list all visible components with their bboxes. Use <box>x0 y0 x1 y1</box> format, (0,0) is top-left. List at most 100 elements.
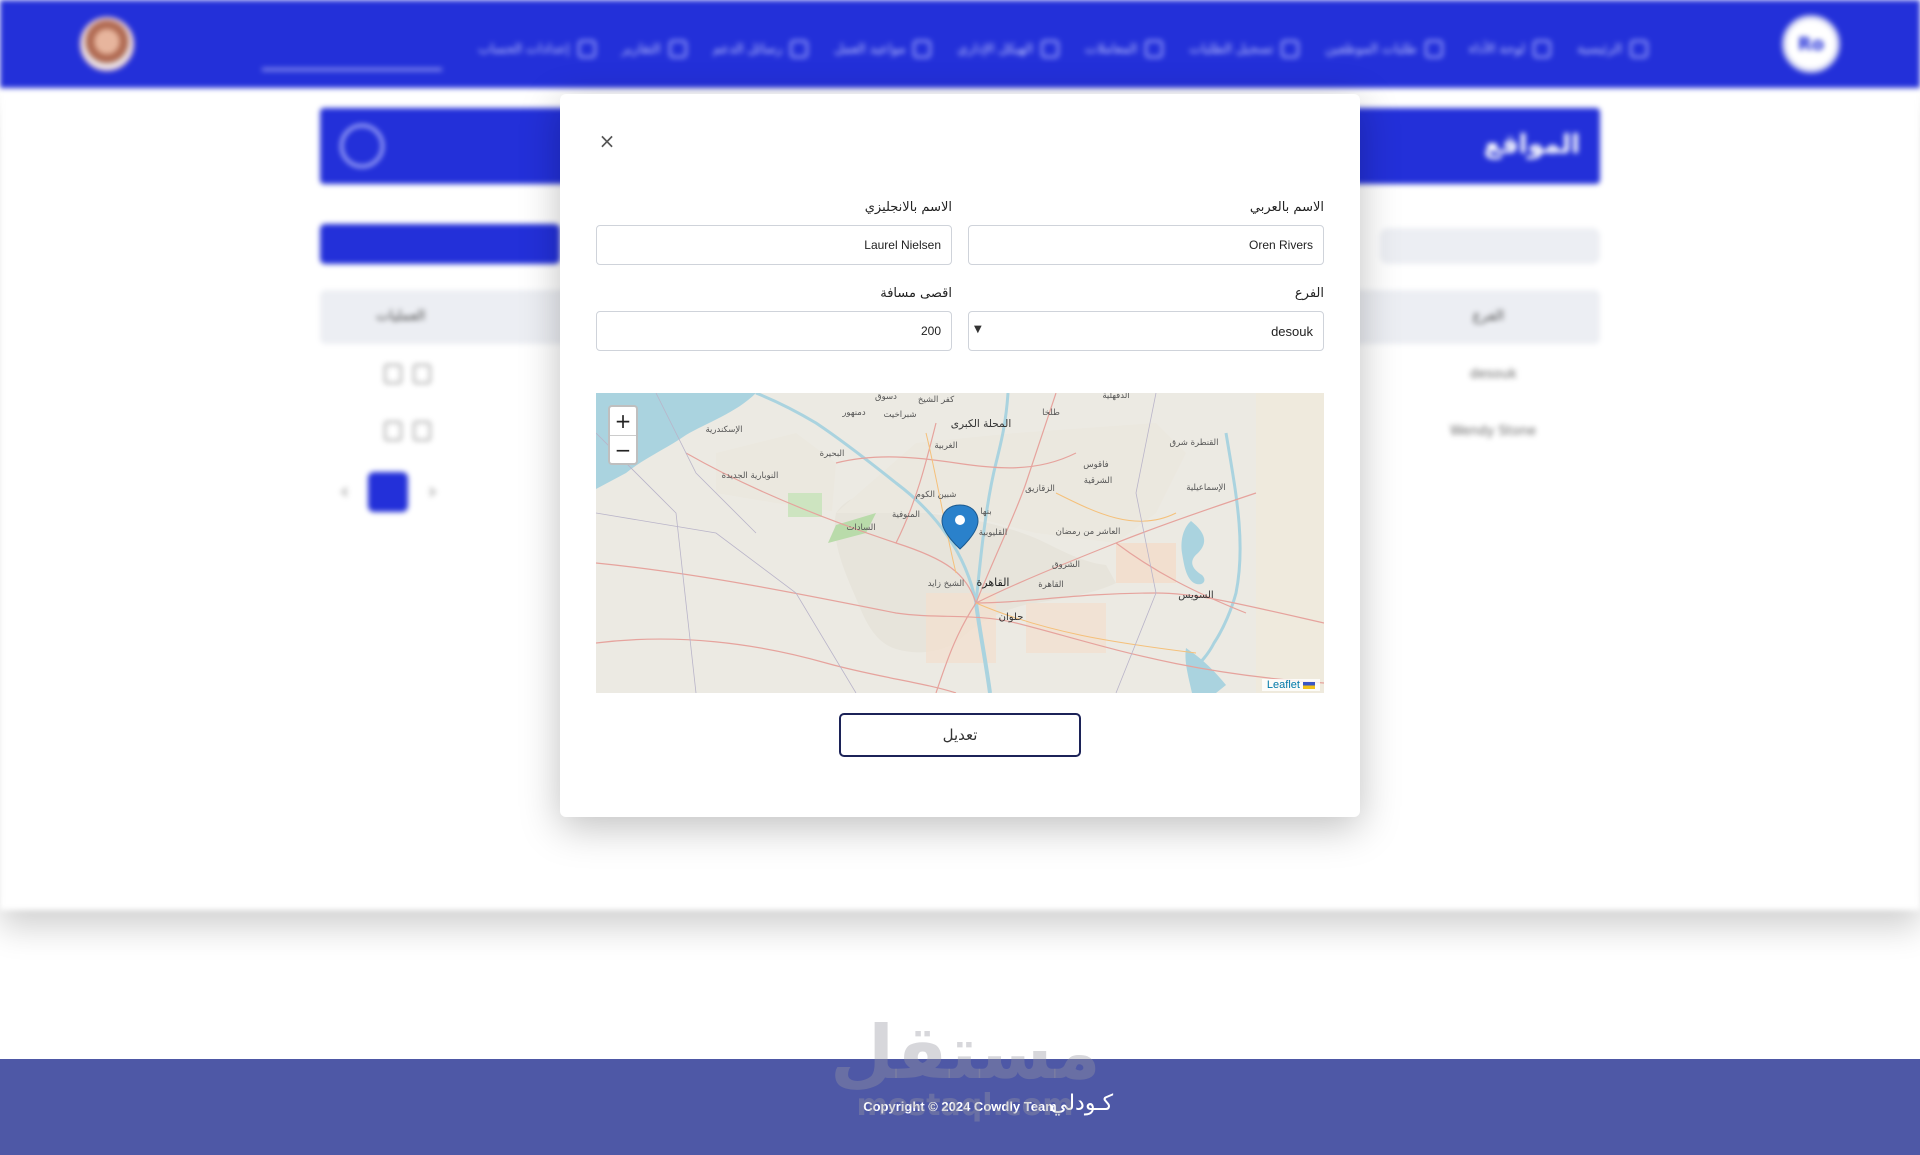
active-nav-underline <box>262 68 442 71</box>
table-row-branch: desouk <box>1470 367 1517 382</box>
nav-item[interactable]: رسائل الدعم <box>713 40 809 58</box>
map-label-talkha: طلخا <box>1042 408 1060 418</box>
map-label-sharqia: الشرقية <box>1084 476 1112 486</box>
branch-label: الفرع <box>1294 286 1324 301</box>
nav-icon <box>790 40 809 58</box>
trash-icon[interactable] <box>413 421 431 441</box>
nav-item-label: مواعيد العمل <box>834 41 906 57</box>
max-distance-label: اقصى مسافة <box>880 286 952 301</box>
watermark-url: mostaql.com <box>856 1088 1074 1123</box>
nav-item[interactable]: إعدادات الحساب <box>478 40 596 58</box>
app-logo[interactable]: Ro <box>1782 15 1840 73</box>
nav-item[interactable]: الرئيسية <box>1577 40 1648 58</box>
map-zoom-control: + − <box>608 405 638 465</box>
max-distance-input[interactable] <box>596 311 952 351</box>
nav-item-label: طلبات الموظفين <box>1325 41 1417 57</box>
zoom-out-button[interactable]: − <box>610 436 636 464</box>
nav-item[interactable]: الهيكل الإداري <box>957 40 1059 58</box>
add-location-icon[interactable] <box>340 124 384 168</box>
map-label-sheikh-zayed: الشيخ زايد <box>928 579 965 589</box>
nav-item-label: التقارير <box>621 41 661 57</box>
prev-page-icon[interactable] <box>340 486 347 498</box>
search-input[interactable] <box>1380 228 1600 264</box>
name-ar-label: الاسم بالعربي <box>1249 200 1324 215</box>
map-label-tenth-ramadan: العاشر من رمضان <box>1056 527 1121 537</box>
nav-item[interactable]: تسجيل الطلبات <box>1189 40 1300 58</box>
map-label-desouk: دسوق <box>875 393 897 402</box>
user-avatar[interactable] <box>80 17 134 71</box>
nav-item[interactable]: المعاملات <box>1084 40 1164 58</box>
nav-icon <box>1281 40 1300 58</box>
nav-icon <box>668 40 687 58</box>
nav-item[interactable]: التقارير <box>622 40 687 58</box>
trash-icon[interactable] <box>413 364 431 384</box>
nav-item-label: تسجيل الطلبات <box>1189 41 1274 57</box>
map-label-cairo-gov: القاهرة <box>1038 580 1063 590</box>
edit-icon[interactable] <box>384 364 402 384</box>
map-label-shirbin: شبراخيت <box>884 410 917 420</box>
nav-icon <box>1145 40 1164 58</box>
map-label-sadat: السادات <box>846 523 875 533</box>
map-label-behira: البحيرة <box>820 449 845 459</box>
nav-item-label: رسائل الدعم <box>712 41 783 57</box>
nav-icon <box>1533 40 1552 58</box>
map-label-cairo: القاهرة <box>977 576 1010 589</box>
nav-item-label: المعاملات <box>1084 41 1138 57</box>
map-tiles: دسوق كفر الشيخ الدقهلية دمنهور شبراخيت ا… <box>596 393 1324 693</box>
nav-item-label: الهيكل الإداري <box>957 41 1033 57</box>
map-label-manzala: القنطرة شرق <box>1169 438 1218 448</box>
nav-item[interactable]: طلبات الموظفين <box>1325 40 1443 58</box>
location-map[interactable]: دسوق كفر الشيخ الدقهلية دمنهور شبراخيت ا… <box>596 393 1324 693</box>
map-label-kafr-el-sheikh: كفر الشيخ <box>918 395 955 405</box>
name-en-label: الاسم بالانجليزي <box>864 200 952 215</box>
name-ar-input[interactable] <box>968 225 1324 265</box>
map-label-alexandria: الإسكندرية <box>705 425 742 435</box>
nav-item-label: الرئيسية <box>1577 41 1622 57</box>
top-navbar: الرئيسية لوحة الأداء طلبات الموظفين تسجيل ا… <box>0 0 1920 88</box>
watermark-logo: مستقل <box>830 1010 1101 1096</box>
edit-location-modal: × الاسم بالعربي الاسم بالانجليزي الفرع d… <box>560 94 1360 817</box>
nav-item-label: لوحة الأداء <box>1468 41 1526 57</box>
map-label-mahalla: المحلة الكبرى <box>951 418 1012 430</box>
main-nav: الرئيسية لوحة الأداء طلبات الموظفين تسجيل ا… <box>478 34 1648 64</box>
map-label-shorouk: الشروق <box>1052 560 1080 570</box>
map-label-ismailia: الإسماعيلية <box>1186 483 1225 493</box>
map-label-gharbia: الغربية <box>934 441 957 451</box>
nav-icon <box>1630 40 1648 58</box>
map-label-nubaria: النوبارية الجديدة <box>722 471 779 481</box>
chevron-down-icon: ▼ <box>974 324 982 335</box>
column-header-branch: الفرع <box>1472 308 1504 324</box>
nav-icon <box>577 40 596 58</box>
nav-icon <box>913 40 932 58</box>
nav-item[interactable]: لوحة الأداء <box>1468 40 1552 58</box>
map-label-zagazig: الزقازيق <box>1025 484 1055 494</box>
nav-icon <box>1424 40 1443 58</box>
map-label-dakahlia: الدقهلية <box>1102 393 1129 401</box>
page-button-current[interactable] <box>368 472 408 512</box>
map-label-suez: السويس <box>1178 590 1213 601</box>
branch-select[interactable]: desouk <box>968 311 1324 351</box>
zoom-in-button[interactable]: + <box>610 407 636 436</box>
add-button[interactable] <box>320 224 560 264</box>
nav-item[interactable]: مواعيد العمل <box>834 40 932 58</box>
edit-icon[interactable] <box>384 421 402 441</box>
leaflet-link[interactable]: Leaflet <box>1267 679 1300 691</box>
map-label-shibin: شبين الكوم <box>916 490 957 500</box>
flag-icon <box>1303 681 1315 689</box>
table-row-branch: Wendy Stone <box>1450 424 1536 439</box>
map-label-helwan: حلوان <box>999 612 1024 623</box>
page-title: المواقع <box>1483 130 1580 160</box>
edit-submit-button[interactable]: تعديل <box>839 713 1081 757</box>
close-icon[interactable]: × <box>598 131 616 151</box>
map-attribution-link[interactable]: Leaflet <box>1261 679 1320 691</box>
name-en-input[interactable] <box>596 225 952 265</box>
nav-icon <box>1040 40 1059 58</box>
map-label-qalyubia: القليوبية <box>979 528 1008 538</box>
map-label-damanhur: دمنهور <box>841 408 866 418</box>
map-label-menoufia: المنوفية <box>892 510 920 520</box>
next-page-icon[interactable] <box>430 486 437 498</box>
map-label-faqous: فاقوس <box>1083 460 1108 470</box>
column-header-actions: العمليات <box>376 308 426 324</box>
map-label-banha: بنها <box>980 507 991 517</box>
nav-item-label: إعدادات الحساب <box>478 41 570 57</box>
